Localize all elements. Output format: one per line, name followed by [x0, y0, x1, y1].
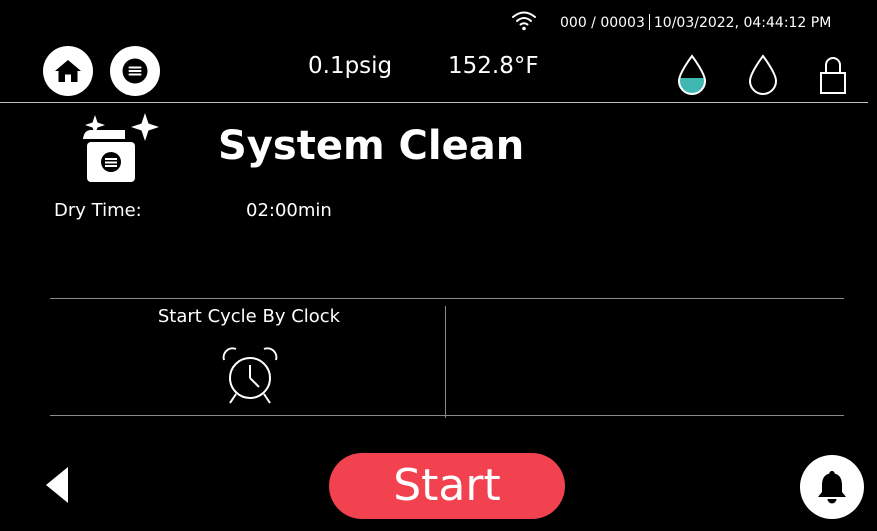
alarm-clock-icon	[222, 347, 278, 404]
home-icon	[55, 60, 81, 82]
start-cycle-by-clock-label: Start Cycle By Clock	[157, 306, 341, 327]
sparkle-container-icon	[83, 113, 159, 182]
wifi-icon	[512, 11, 536, 31]
start-button[interactable]: Start	[329, 453, 565, 519]
menu-button[interactable]	[110, 46, 160, 96]
dry-time-value[interactable]: 02:00min	[246, 200, 332, 222]
date-time: 10/03/2022, 04:44:12 PM	[653, 15, 832, 31]
menu-icon	[122, 58, 148, 84]
bell-icon	[818, 471, 846, 504]
status-separator	[648, 14, 650, 30]
pressure-readout: 0.1psig	[308, 53, 393, 79]
cycle-title: System Clean	[218, 123, 525, 169]
home-button[interactable]	[43, 46, 93, 96]
back-arrow-icon[interactable]	[42, 463, 74, 507]
header-divider	[0, 102, 868, 103]
water-drop-filled-icon[interactable]	[676, 54, 708, 96]
temperature-readout: 152.8°F	[448, 53, 539, 79]
lock-icon[interactable]	[818, 54, 848, 96]
options-box-top-border	[50, 298, 844, 299]
options-box-bottom-border	[50, 415, 844, 416]
water-drop-empty-icon[interactable]	[747, 54, 779, 96]
start-cycle-by-clock-button[interactable]: Start Cycle By Clock	[50, 300, 445, 414]
cycle-counter: 000 / 00003	[560, 15, 645, 31]
status-line: 000 / 00003 10/03/2022, 04:44:12 PM	[560, 14, 831, 32]
alarm-button[interactable]	[800, 455, 864, 519]
dry-time-label: Dry Time:	[54, 200, 142, 221]
